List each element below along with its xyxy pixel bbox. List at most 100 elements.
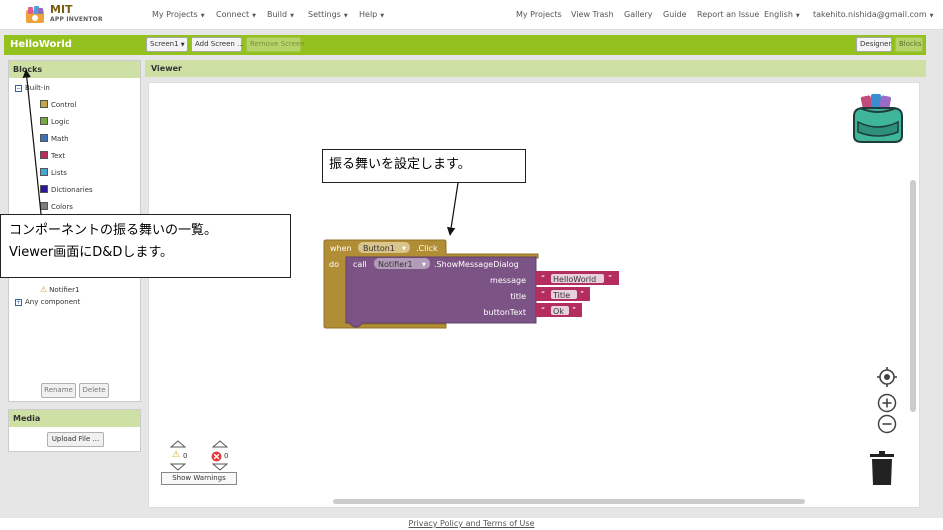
- warning-prev-arrow-icon[interactable]: [170, 440, 186, 448]
- warnings-count: 0: [183, 452, 188, 460]
- menu-help[interactable]: Help ▼: [359, 10, 384, 19]
- event-do-label: do: [329, 260, 339, 269]
- link-guide[interactable]: Guide: [663, 10, 687, 19]
- blocks-panel-title: Blocks: [9, 61, 140, 78]
- call-label: call: [353, 260, 367, 269]
- caret-down-icon: ▼: [200, 13, 205, 19]
- open-quote-icon: “: [541, 306, 545, 315]
- event-block[interactable]: when Button1 ▼ .Click do call Notifier1 …: [322, 238, 622, 330]
- designer-button[interactable]: Designer: [856, 37, 892, 52]
- color-swatch-icon: [40, 151, 48, 159]
- caret-down-icon: ▼: [252, 13, 256, 19]
- link-report-issue[interactable]: Report an Issue: [697, 10, 759, 19]
- open-quote-icon: “: [541, 290, 545, 299]
- upload-file-button[interactable]: Upload File ...: [47, 432, 104, 447]
- tree-item-lists[interactable]: Lists: [40, 168, 67, 177]
- link-view-trash[interactable]: View Trash: [571, 10, 614, 19]
- trash-icon[interactable]: [869, 450, 895, 486]
- caret-down-icon: ▼: [180, 42, 185, 48]
- link-gallery[interactable]: Gallery: [624, 10, 653, 19]
- media-panel-title: Media: [9, 410, 140, 427]
- event-when-label: when: [330, 244, 352, 253]
- callout-behavior-list: コンポーネントの振る舞いの一覧。 Viewer画面にD&Dします。: [0, 214, 291, 278]
- add-screen-button[interactable]: Add Screen ...: [191, 37, 244, 52]
- link-my-projects[interactable]: My Projects: [516, 10, 562, 19]
- zoom-in-icon[interactable]: [877, 393, 897, 413]
- caret-down-icon: ▼: [290, 13, 294, 19]
- zoom-out-icon[interactable]: [877, 414, 897, 434]
- project-name: HelloWorld: [10, 39, 72, 50]
- privacy-policy-link[interactable]: Privacy Policy and Terms of Use: [409, 519, 535, 528]
- menu-connect[interactable]: Connect ▼: [216, 10, 256, 19]
- tree-item-colors[interactable]: Colors: [40, 202, 73, 211]
- warning-triangle-icon: ⚠: [40, 285, 48, 294]
- tree-item-notifier1[interactable]: ⚠ Notifier1: [40, 285, 79, 294]
- tree-item-dictionaries[interactable]: Dictionaries: [40, 185, 93, 194]
- media-panel: Media Upload File ...: [8, 409, 141, 452]
- viewer-title: Viewer: [145, 60, 926, 77]
- app-inventor-logo[interactable]: MIT APP INVENTOR: [24, 2, 104, 27]
- text-block-buttontext[interactable]: “ Ok ”: [536, 303, 582, 317]
- backpack-icon[interactable]: [850, 92, 906, 144]
- param-title-label: title: [510, 292, 526, 301]
- callout-set-behavior: 振る舞いを設定します。: [322, 149, 526, 183]
- caret-down-icon: ▼: [795, 13, 800, 19]
- collapse-icon[interactable]: −: [15, 85, 22, 92]
- tree-item-control[interactable]: Control: [40, 100, 76, 109]
- color-swatch-icon: [40, 185, 48, 193]
- tree-any-component[interactable]: + Any component: [15, 298, 80, 306]
- close-quote-icon: ”: [572, 306, 576, 315]
- open-quote-icon: “: [541, 274, 545, 283]
- remove-screen-button[interactable]: Remove Screen: [246, 37, 305, 52]
- color-swatch-icon: [40, 168, 48, 176]
- warning-icon: ⚠: [172, 450, 181, 460]
- close-quote-icon: ”: [608, 274, 612, 283]
- tree-builtin[interactable]: − Built-in: [15, 84, 50, 92]
- account-menu[interactable]: takehito.nishida@gmail.com ▼: [813, 10, 933, 19]
- center-workspace-icon[interactable]: [876, 366, 898, 388]
- dropdown-arrow-icon: ▼: [402, 246, 406, 252]
- errors-count: 0: [224, 452, 229, 460]
- event-component-label: Button1: [363, 244, 395, 253]
- text-title-value[interactable]: Title: [552, 291, 570, 300]
- vertical-scrollbar[interactable]: [910, 180, 916, 412]
- color-swatch-icon: [40, 117, 48, 125]
- warning-next-arrow-icon[interactable]: [170, 463, 186, 471]
- error-next-arrow-icon[interactable]: [212, 463, 228, 471]
- dropdown-arrow-icon: ▼: [422, 262, 426, 268]
- callout-line-2: Viewer画面にD&Dします。: [9, 245, 174, 260]
- text-message-value[interactable]: HelloWorld: [553, 275, 596, 284]
- expand-icon[interactable]: +: [15, 299, 22, 306]
- call-method-label: .ShowMessageDialog: [434, 260, 519, 269]
- color-swatch-icon: [40, 134, 48, 142]
- screen-select[interactable]: Screen1 ▼: [146, 37, 188, 52]
- event-name-label: .Click: [416, 244, 438, 253]
- rename-button[interactable]: Rename: [41, 383, 76, 398]
- menu-settings[interactable]: Settings ▼: [308, 10, 348, 19]
- call-component-label: Notifier1: [378, 260, 413, 269]
- show-warnings-button[interactable]: Show Warnings: [161, 472, 237, 485]
- horizontal-scrollbar[interactable]: [333, 499, 805, 504]
- text-block-title[interactable]: “ Title ”: [536, 287, 590, 301]
- menu-my-projects[interactable]: My Projects ▼: [152, 10, 205, 19]
- close-quote-icon: ”: [580, 290, 584, 299]
- menu-build[interactable]: Build ▼: [267, 10, 294, 19]
- color-swatch-icon: [40, 202, 48, 210]
- project-toolbar: HelloWorld Screen1 ▼ Add Screen ... Remo…: [4, 35, 926, 55]
- tree-item-text[interactable]: Text: [40, 151, 65, 160]
- top-navigation-bar: MIT APP INVENTOR My Projects ▼ Connect ▼ B…: [0, 0, 943, 30]
- tree-item-math[interactable]: Math: [40, 134, 69, 143]
- caret-down-icon: ▼: [380, 13, 385, 19]
- tree-item-logic[interactable]: Logic: [40, 117, 69, 126]
- blocks-button[interactable]: Blocks: [895, 37, 923, 52]
- delete-button[interactable]: Delete: [79, 383, 109, 398]
- param-buttontext-label: buttonText: [483, 308, 526, 317]
- text-buttontext-value[interactable]: Ok: [553, 307, 564, 316]
- color-swatch-icon: [40, 100, 48, 108]
- page-footer: Privacy Policy and Terms of Use: [0, 518, 943, 530]
- text-block-message[interactable]: “ HelloWorld ”: [536, 271, 619, 285]
- caret-down-icon: ▼: [343, 13, 348, 19]
- error-icon: [211, 451, 222, 462]
- error-prev-arrow-icon[interactable]: [212, 440, 228, 448]
- language-menu[interactable]: English ▼: [764, 10, 800, 19]
